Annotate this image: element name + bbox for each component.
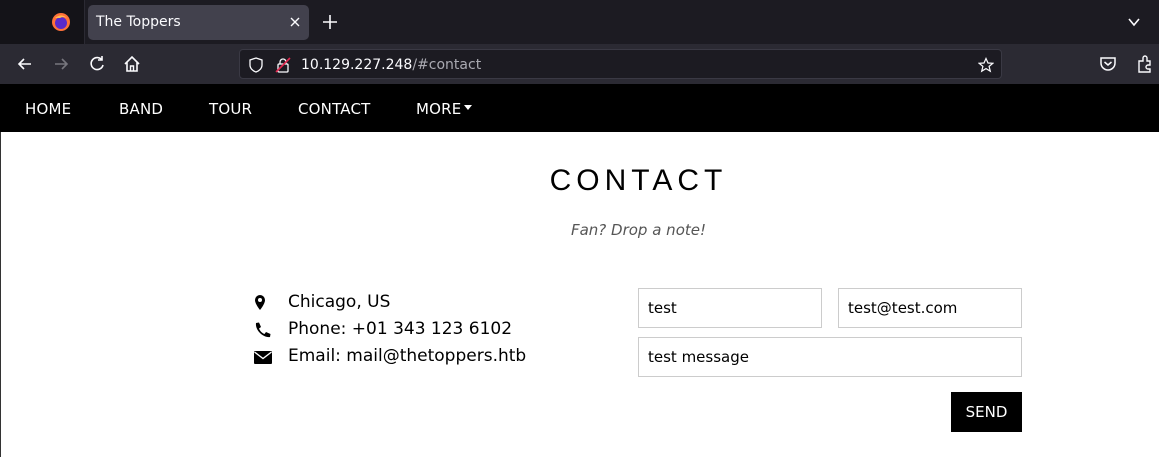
extensions-icon[interactable]	[1135, 54, 1155, 74]
email-text: Email: mail@thetoppers.htb	[288, 346, 527, 366]
home-icon[interactable]	[122, 54, 142, 74]
location-text: Chicago, US	[288, 292, 391, 312]
pocket-icon[interactable]	[1098, 54, 1118, 74]
phone-icon	[255, 322, 271, 338]
firefox-icon[interactable]	[51, 12, 71, 32]
new-tab-icon[interactable]	[321, 13, 339, 31]
send-button[interactable]: SEND	[951, 392, 1022, 432]
shield-icon[interactable]	[248, 57, 264, 73]
nav-tour[interactable]: TOUR	[209, 100, 252, 118]
email-field[interactable]	[838, 288, 1022, 328]
browser-tab-bar: The Toppers	[0, 0, 1159, 44]
close-tab-icon[interactable]	[289, 16, 301, 28]
back-icon[interactable]	[15, 54, 35, 74]
url-text[interactable]: 10.129.227.248/#contact	[301, 57, 481, 73]
nav-more-label: MORE	[416, 100, 462, 118]
map-marker-icon	[255, 295, 265, 310]
section-subtitle: Fan? Drop a note!	[570, 221, 706, 239]
url-path: /#contact	[412, 57, 482, 73]
message-field[interactable]	[638, 337, 1022, 377]
tab-title: The Toppers	[96, 14, 181, 30]
name-field[interactable]	[638, 288, 822, 328]
caret-down-icon	[464, 105, 473, 110]
envelope-icon	[254, 351, 272, 364]
phone-text: Phone: +01 343 123 6102	[288, 319, 513, 339]
nav-contact[interactable]: CONTACT	[298, 100, 371, 118]
reload-icon[interactable]	[87, 54, 107, 74]
forward-icon[interactable]	[51, 54, 71, 74]
insecure-lock-icon[interactable]	[275, 57, 291, 73]
nav-more-dropdown[interactable]: MORE	[416, 100, 473, 118]
url-bar[interactable]: 10.129.227.248/#contact	[239, 49, 1002, 79]
nav-home[interactable]: HOME	[25, 100, 71, 118]
nav-band[interactable]: BAND	[119, 100, 163, 118]
chevron-down-icon[interactable]	[1127, 15, 1141, 29]
section-title: CONTACT	[549, 164, 728, 197]
site-nav: HOME BAND TOUR CONTACT MORE	[0, 84, 1159, 132]
url-host: 10.129.227.248	[301, 57, 413, 73]
firefox-view-area[interactable]	[0, 0, 85, 44]
active-tab[interactable]: The Toppers	[88, 5, 309, 40]
bookmark-star-icon[interactable]	[978, 57, 994, 73]
